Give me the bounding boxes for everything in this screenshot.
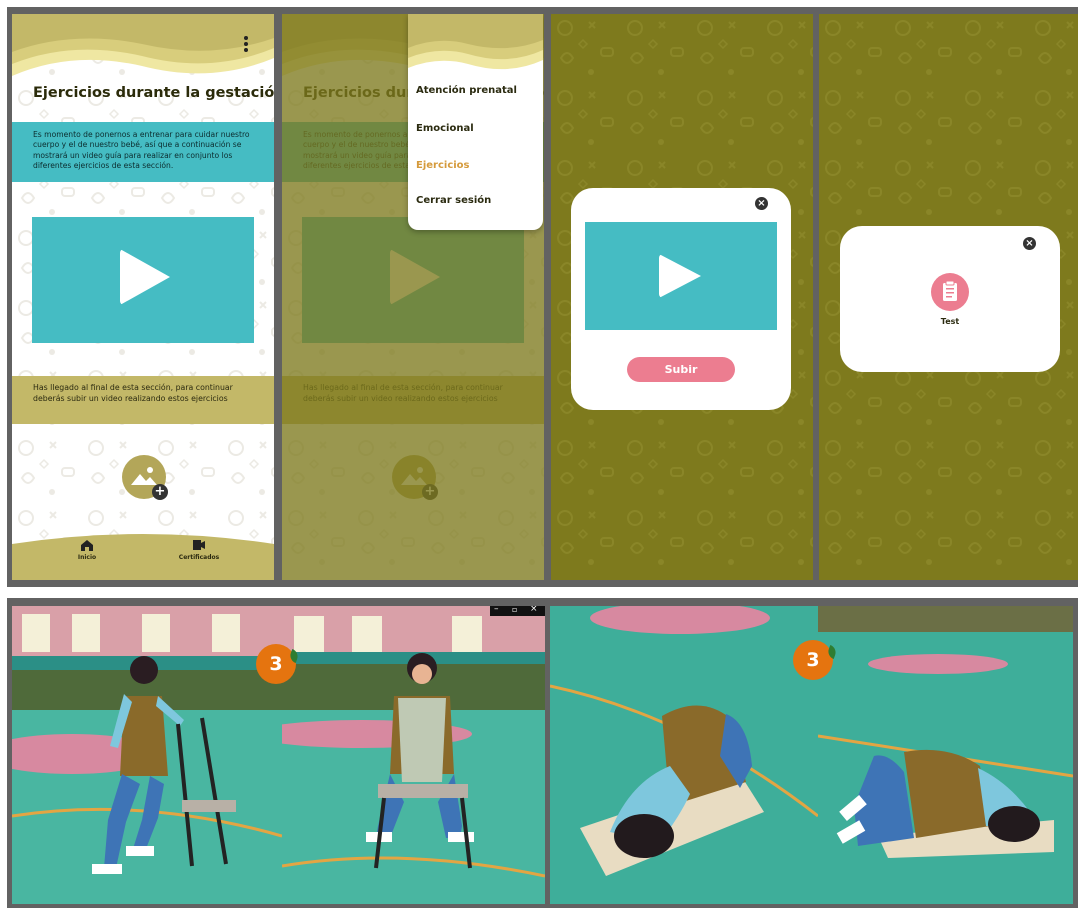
upload-dialog: × Subir: [571, 188, 791, 410]
page-title: Ejercicios durante la gestación: [33, 85, 274, 101]
clipboard-icon: [943, 280, 957, 301]
window-close-icon[interactable]: ×: [530, 606, 538, 614]
exercise-photo-chair-squat-front: – ▫ ×: [282, 606, 545, 904]
test-label: Test: [940, 317, 960, 326]
photo-scene: [550, 606, 818, 904]
nav-home-label[interactable]: Inicio: [57, 554, 117, 561]
close-icon[interactable]: ×: [1023, 237, 1036, 250]
kebab-menu-icon[interactable]: [244, 36, 248, 52]
intro-banner: Es momento de ponernos a entrenar para c…: [12, 122, 274, 182]
exercise-photo-childs-pose-back: [818, 606, 1073, 904]
end-text: Has llegado al final de esta sección, pa…: [33, 383, 233, 403]
header-wave: [12, 14, 274, 76]
dropdown-menu: Atención prenatal Emocional Ejercicios C…: [408, 14, 543, 230]
bottom-nav-bar: [12, 534, 274, 580]
menu-item-emocional[interactable]: Emocional: [416, 123, 474, 134]
menu-item-ejercicios[interactable]: Ejercicios: [416, 160, 470, 171]
home-icon[interactable]: [80, 539, 94, 551]
exercise-photo-childs-pose-side: [550, 606, 818, 904]
menu-screen: Ejercicios durante la gestación Es momen…: [282, 14, 544, 580]
upload-video-screen: × Subir: [551, 14, 813, 580]
dialog-video-player[interactable]: [585, 222, 777, 330]
play-icon[interactable]: [120, 249, 170, 305]
photo-scene: [818, 606, 1073, 904]
photo-scene: [282, 606, 545, 904]
test-button[interactable]: [931, 273, 969, 311]
add-icon: +: [152, 484, 168, 500]
upload-button[interactable]: Subir: [627, 357, 735, 382]
test-dialog: × Test: [840, 226, 1060, 372]
window-maximize-icon[interactable]: ▫: [512, 606, 517, 614]
menu-header-wave: [408, 14, 543, 70]
exercise-screen: Ejercicios durante la gestación Es momen…: [12, 14, 274, 580]
close-icon[interactable]: ×: [755, 197, 768, 210]
menu-item-atencion-prenatal[interactable]: Atención prenatal: [416, 85, 517, 96]
certificate-video-icon[interactable]: [192, 539, 206, 551]
end-banner: Has llegado al final de esta sección, pa…: [12, 376, 274, 424]
exercise-photo-chair-squat-side: [12, 606, 282, 904]
photo-scene: [12, 606, 282, 904]
intro-text: Es momento de ponernos a entrenar para c…: [33, 130, 250, 170]
window-minimize-icon[interactable]: –: [494, 606, 499, 614]
menu-item-cerrar-sesion[interactable]: Cerrar sesión: [416, 195, 491, 206]
test-screen: × Test: [819, 14, 1078, 580]
step-badge-left: 3: [256, 644, 296, 684]
play-icon[interactable]: [659, 254, 701, 298]
video-player[interactable]: [32, 217, 254, 343]
image-upload-button[interactable]: +: [122, 455, 168, 500]
step-badge-right: 3: [793, 640, 833, 680]
window-controls: – ▫ ×: [490, 606, 545, 616]
nav-certificates-label[interactable]: Certificados: [169, 554, 229, 561]
